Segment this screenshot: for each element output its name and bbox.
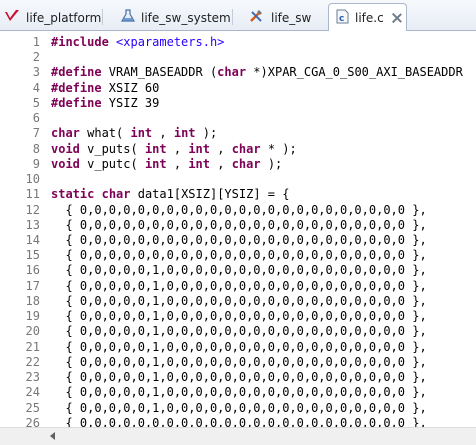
code-line: 10: [0, 172, 476, 187]
line-number: 26: [25, 415, 40, 427]
line-text: { 0,0,0,0,0,1,0,0,0,0,0,0,0,0,0,0,0,0,0,…: [51, 354, 427, 369]
code-line: 25 { 0,0,0,0,0,1,0,0,0,0,0,0,0,0,0,0,0,0…: [0, 401, 476, 416]
line-text: { 0,0,0,0,0,1,0,0,0,0,0,0,0,0,0,0,0,0,0,…: [51, 385, 427, 400]
tab-life-sw-system[interactable]: life_sw_system: [120, 4, 233, 31]
line-number: 3: [32, 65, 40, 80]
line-number: 15: [25, 248, 40, 263]
c-file-icon: c: [336, 9, 349, 27]
line-text: static char data1[XSIZ][YSIZ] = {: [51, 187, 290, 202]
line-text: { 0,0,0,0,0,1,0,0,0,0,0,0,0,0,0,0,0,0,0,…: [51, 278, 427, 293]
line-number: 14: [25, 232, 40, 247]
line-number: 12: [25, 202, 40, 217]
code-line: 6: [0, 111, 476, 126]
line-text: #define YSIZ 39: [51, 95, 160, 110]
line-number: 17: [25, 278, 40, 293]
code-line: 18 { 0,0,0,0,0,1,0,0,0,0,0,0,0,0,0,0,0,0…: [0, 294, 476, 309]
code-line: 7 char what( int , int );: [0, 126, 476, 141]
tab-life-platform[interactable]: life_platform: [4, 4, 104, 31]
line-text: void v_putc( int , int , char );: [51, 156, 283, 171]
line-number: 13: [25, 217, 40, 232]
line-number: 5: [32, 95, 40, 110]
line-number: 9: [32, 156, 40, 171]
tab-life-sw[interactable]: life_sw: [249, 4, 311, 31]
scroll-left-icon[interactable]: [50, 432, 55, 440]
code-line: 13 { 0,0,0,0,0,0,0,0,0,0,0,0,0,0,0,0,0,0…: [0, 218, 476, 233]
code-line: 19 { 0,0,0,0,0,1,0,0,0,0,0,0,0,0,0,0,0,0…: [0, 309, 476, 324]
line-text: { 0,0,0,0,0,1,0,0,0,0,0,0,0,0,0,0,0,0,0,…: [51, 370, 427, 385]
code-line: 9 void v_putc( int , int , char );: [0, 157, 476, 172]
line-text: { 0,0,0,0,0,0,0,0,0,0,0,0,0,0,0,0,0,0,0,…: [51, 232, 427, 247]
code-line: 1 #include <xparameters.h>: [0, 35, 476, 50]
code-editor[interactable]: 1 #include <xparameters.h> 2 3 #define VRAM_…: [0, 31, 476, 427]
tab-separator: [102, 9, 104, 25]
line-number: 18: [25, 293, 40, 308]
line-number: 25: [25, 400, 40, 415]
code-line: 11 static char data1[XSIZ][YSIZ] = {: [0, 187, 476, 202]
tab-label: life_sw: [271, 10, 312, 25]
line-number: 23: [25, 370, 40, 385]
line-number: 4: [32, 80, 40, 95]
line-text: char what( int , int );: [51, 126, 218, 141]
close-icon[interactable]: [392, 13, 402, 23]
line-number: 16: [25, 263, 40, 278]
editor-tab-bar: life_platform life_sw_system life_sw c l…: [0, 0, 476, 31]
xilinx-platform-icon: [4, 9, 20, 26]
line-number: 22: [25, 354, 40, 369]
code-line: 4 #define XSIZ 60: [0, 81, 476, 96]
line-number: 10: [25, 172, 40, 187]
code-line: 24 { 0,0,0,0,0,1,0,0,0,0,0,0,0,0,0,0,0,0…: [0, 385, 476, 400]
line-text: { 0,0,0,0,0,1,0,0,0,0,0,0,0,0,0,0,0,0,0,…: [51, 400, 427, 415]
code-line: 21 { 0,0,0,0,0,1,0,0,0,0,0,0,0,0,0,0,0,0…: [0, 340, 476, 355]
code-line: 20 { 0,0,0,0,0,1,0,0,0,0,0,0,0,0,0,0,0,0…: [0, 324, 476, 339]
flask-icon: [120, 9, 136, 26]
svg-text:c: c: [339, 14, 344, 24]
line-text: #define VRAM_BASEADDR (char *)XPAR_CGA_0…: [51, 65, 463, 80]
line-text: #define XSIZ 60: [51, 80, 160, 95]
line-text: { 0,0,0,0,0,1,0,0,0,0,0,0,0,0,0,0,0,0,0,…: [51, 339, 427, 354]
line-number: 7: [32, 126, 40, 141]
code-line: 14 { 0,0,0,0,0,0,0,0,0,0,0,0,0,0,0,0,0,0…: [0, 233, 476, 248]
tab-label: life_sw_system: [141, 10, 231, 25]
line-number: 20: [25, 324, 40, 339]
line-number: 19: [25, 309, 40, 324]
line-text: #include <xparameters.h>: [51, 35, 225, 49]
code-line: 15 { 0,0,0,0,0,0,0,0,0,0,0,0,0,0,0,0,0,0…: [0, 248, 476, 263]
line-number: 8: [32, 141, 40, 156]
line-number: 24: [25, 385, 40, 400]
code-line: 3 #define VRAM_BASEADDR (char *)XPAR_CGA_…: [0, 65, 476, 80]
line-text: { 0,0,0,0,0,1,0,0,0,0,0,0,0,0,0,0,0,0,0,…: [51, 324, 427, 339]
line-text: { 0,0,0,0,0,0,0,0,0,0,0,0,0,0,0,0,0,0,0,…: [51, 217, 427, 232]
code-line: 22 { 0,0,0,0,0,1,0,0,0,0,0,0,0,0,0,0,0,0…: [0, 355, 476, 370]
code-line: 2: [0, 50, 476, 65]
horizontal-scrollbar[interactable]: [0, 427, 476, 445]
tab-label: life.c: [355, 10, 384, 25]
line-number: 2: [32, 50, 40, 65]
line-number: 1: [32, 35, 40, 49]
tab-separator: [231, 9, 233, 25]
tab-life-c[interactable]: c life.c: [328, 3, 407, 31]
tab-label: life_platform: [26, 10, 102, 25]
code-line: 16 { 0,0,0,0,0,1,0,0,0,0,0,0,0,0,0,0,0,0…: [0, 263, 476, 278]
line-text: void v_puts( int , int , char * );: [51, 141, 297, 156]
line-text: { 0,0,0,0,0,1,0,0,0,0,0,0,0,0,0,0,0,0,0,…: [51, 263, 427, 278]
line-text: { 0,0,0,0,0,0,0,0,0,0,0,0,0,0,0,0,0,0,0,…: [51, 202, 427, 217]
code-line: 5 #define YSIZ 39: [0, 96, 476, 111]
code-line: 8 void v_puts( int , int , char * );: [0, 142, 476, 157]
code-line: 12 { 0,0,0,0,0,0,0,0,0,0,0,0,0,0,0,0,0,0…: [0, 203, 476, 218]
line-number: 21: [25, 339, 40, 354]
line-text: { 0,0,0,0,0,1,0,0,0,0,0,0,0,0,0,0,0,0,0,…: [51, 293, 427, 308]
code-line: 26 { 0,0,0,0,0,0,0,0,0,0,0,0,0,0,0,0,0,0…: [0, 416, 476, 427]
line-number: 6: [32, 111, 40, 126]
line-text: { 0,0,0,0,0,0,0,0,0,0,0,0,0,0,0,0,0,0,0,…: [51, 248, 427, 263]
line-text: { 0,0,0,0,0,1,0,0,0,0,0,0,0,0,0,0,0,0,0,…: [51, 309, 427, 324]
tools-project-icon: [249, 9, 265, 26]
code-line: 17 { 0,0,0,0,0,1,0,0,0,0,0,0,0,0,0,0,0,0…: [0, 279, 476, 294]
line-number: 11: [25, 187, 40, 202]
code-line: 23 { 0,0,0,0,0,1,0,0,0,0,0,0,0,0,0,0,0,0…: [0, 370, 476, 385]
line-text: { 0,0,0,0,0,0,0,0,0,0,0,0,0,0,0,0,0,0,0,…: [51, 415, 427, 427]
